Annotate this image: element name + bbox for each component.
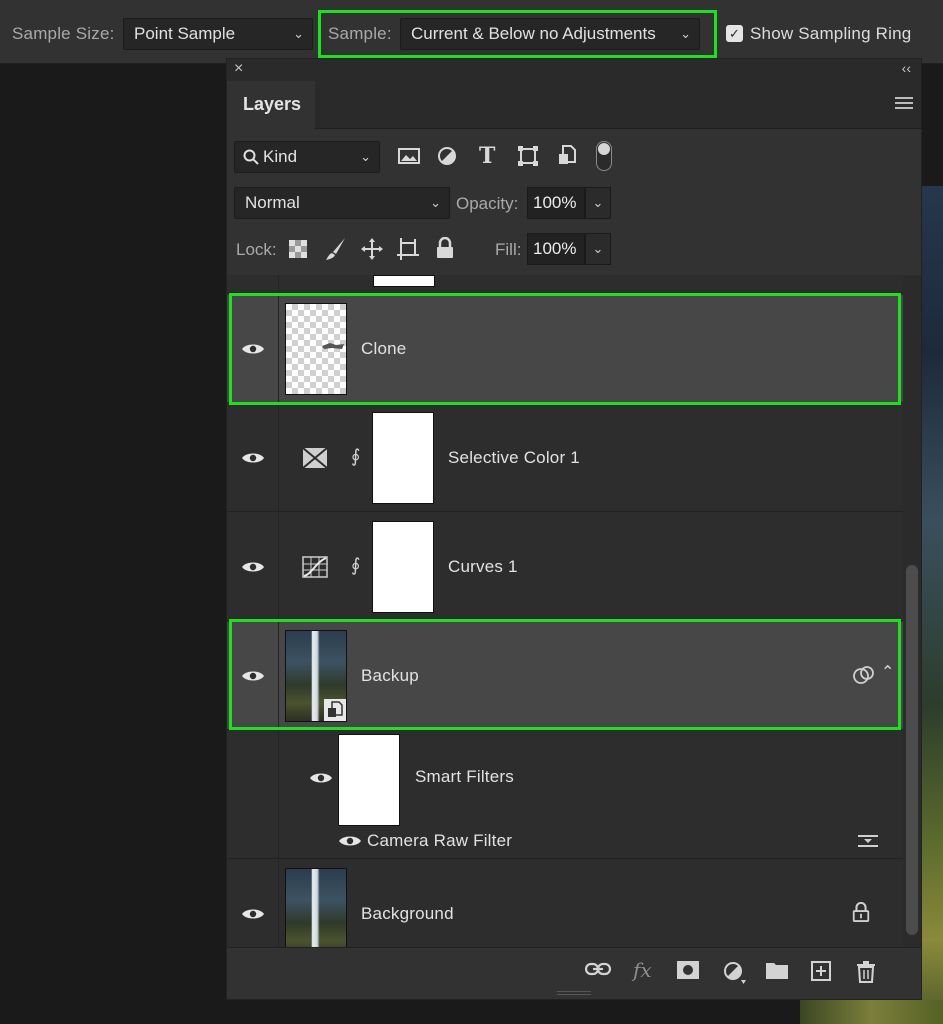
blend-mode-value: Normal <box>245 193 300 212</box>
layer-name[interactable]: Curves 1 <box>448 557 518 577</box>
canvas-photo-bottom <box>800 1000 943 1024</box>
eye-icon[interactable] <box>241 451 265 465</box>
chevron-down-icon: ⌄ <box>680 26 691 41</box>
fill-input[interactable]: 100% <box>527 233 585 265</box>
tool-options-bar: Sample Size: Point Sample ⌄ Sample: Curr… <box>0 0 943 64</box>
lock-all-icon[interactable] <box>436 237 454 259</box>
filter-toggle[interactable] <box>596 141 612 171</box>
lock-label: Lock: <box>236 240 277 259</box>
adjustment-icon[interactable] <box>437 146 457 166</box>
sample-size-dropdown[interactable]: Point Sample ⌄ <box>123 18 313 50</box>
filter-row: Kind ⌄ T <box>227 135 921 177</box>
layer-name[interactable]: Selective Color 1 <box>448 448 580 468</box>
selective-color-icon[interactable] <box>302 447 328 469</box>
lock-row: Lock: Fill: 100% ⌄ <box>227 229 921 269</box>
type-icon[interactable]: T <box>479 143 495 169</box>
opacity-input[interactable]: 100% <box>527 187 585 219</box>
filter-name[interactable]: Camera Raw Filter <box>367 831 512 851</box>
filter-kind-value: Kind <box>263 147 298 166</box>
close-icon[interactable]: × <box>234 60 243 78</box>
filter-options-icon[interactable] <box>857 833 879 849</box>
panel-tab-row: Layers <box>227 81 921 129</box>
chevron-down-icon: ⌄ <box>293 26 304 41</box>
layer-mask-thumbnail[interactable] <box>372 412 434 504</box>
layer-thumbnail[interactable] <box>285 868 347 947</box>
layers-panel: × ‹‹ Layers Kind ⌄ T Normal ⌄ Opacity: 1… <box>226 58 922 1000</box>
panel-menu-icon[interactable] <box>895 97 913 112</box>
layer-row-curves[interactable]: ∮ Curves 1 <box>227 513 903 621</box>
filter-kind-dropdown[interactable]: Kind ⌄ <box>234 141 380 173</box>
lock-artboard-icon[interactable] <box>396 237 420 261</box>
panel-titlebar: × ‹‹ <box>227 59 921 81</box>
fx-icon[interactable]: fx <box>633 958 652 982</box>
lock-position-icon[interactable] <box>360 237 384 261</box>
link-layers-icon[interactable] <box>585 961 611 977</box>
eye-icon[interactable] <box>309 771 333 785</box>
blend-mode-dropdown[interactable]: Normal ⌄ <box>234 187 450 219</box>
opacity-label: Opacity: <box>456 194 519 213</box>
blend-row: Normal ⌄ Opacity: 100% ⌄ <box>227 183 921 223</box>
fill-chevron-icon[interactable]: ⌄ <box>585 233 611 265</box>
lock-icon[interactable] <box>852 902 870 922</box>
layer-name[interactable]: Background <box>361 904 454 924</box>
search-icon <box>243 149 259 165</box>
layer-row-smart-filters[interactable]: Smart Filters Camera Raw Filter <box>227 731 903 859</box>
new-group-icon[interactable] <box>766 961 788 979</box>
layer-name[interactable]: Smart Filters <box>415 767 514 787</box>
curves-icon[interactable] <box>302 556 328 578</box>
eye-icon[interactable] <box>241 560 265 574</box>
tab-layers[interactable]: Layers <box>227 81 315 129</box>
collapse-icon[interactable]: ‹‹ <box>902 60 911 76</box>
eye-icon[interactable] <box>241 907 265 921</box>
new-layer-icon[interactable] <box>811 961 831 981</box>
show-sampling-ring-label: Show Sampling Ring <box>750 24 912 43</box>
delete-icon[interactable] <box>857 961 875 983</box>
panel-resize-grip[interactable] <box>557 991 591 995</box>
layer-partial[interactable] <box>227 275 903 293</box>
chevron-down-icon: ⌄ <box>360 149 371 164</box>
sample-label: Sample: <box>328 24 392 43</box>
lock-paint-icon[interactable] <box>325 237 347 261</box>
link-icon[interactable]: ∮ <box>351 446 360 467</box>
layer-row-selective-color[interactable]: ∮ Selective Color 1 <box>227 404 903 512</box>
layer-row-background[interactable]: Background <box>227 860 903 947</box>
image-icon[interactable] <box>398 147 420 165</box>
backup-highlight-box <box>229 619 901 730</box>
smart-filter-mask-thumbnail[interactable] <box>338 734 400 826</box>
clone-highlight-box <box>229 293 901 405</box>
chevron-down-icon: ⌄ <box>430 195 441 210</box>
fill-label: Fill: <box>495 240 522 259</box>
link-icon[interactable]: ∮ <box>351 555 360 576</box>
shape-icon[interactable] <box>518 146 538 166</box>
layer-thumbnail <box>373 275 435 287</box>
scrollbar-thumb[interactable] <box>906 565 918 935</box>
add-mask-icon[interactable] <box>677 961 699 979</box>
new-adjustment-icon[interactable] <box>723 961 747 985</box>
layer-mask-thumbnail[interactable] <box>372 521 434 613</box>
sample-size-value: Point Sample <box>134 24 236 43</box>
sample-dropdown[interactable]: Current & Below no Adjustments ⌄ <box>400 18 700 50</box>
lock-transparent-icon[interactable] <box>289 240 307 258</box>
layer-list-scrollbar[interactable] <box>903 275 921 947</box>
show-sampling-ring-checkbox[interactable]: ✓ <box>726 25 743 42</box>
sample-size-label: Sample Size: <box>12 24 115 43</box>
opacity-chevron-icon[interactable]: ⌄ <box>585 187 611 219</box>
sample-value: Current & Below no Adjustments <box>411 24 656 43</box>
eye-icon[interactable] <box>338 834 362 848</box>
smart-object-icon[interactable] <box>558 145 576 167</box>
